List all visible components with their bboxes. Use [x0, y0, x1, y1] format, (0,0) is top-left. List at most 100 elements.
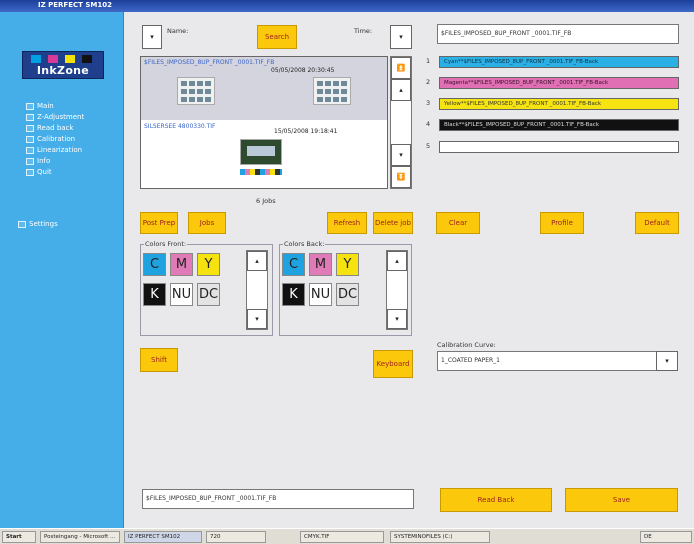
swatch-k[interactable]: K	[282, 283, 305, 306]
taskbar-task[interactable]: Posteingang - Microsoft ...	[40, 531, 120, 543]
chevron-down-icon: ▾	[665, 357, 669, 365]
save-button[interactable]: Save	[565, 488, 678, 512]
job-item[interactable]: SILSERSEE 4800330.TIF 15/05/2008 19:18:4…	[141, 121, 387, 189]
swatch-c[interactable]: C	[282, 253, 305, 276]
colors-back-scrollbar[interactable]: ▴ ▾	[386, 250, 408, 330]
swatch-c[interactable]: C	[143, 253, 166, 276]
sidebar-item-label: Quit	[37, 168, 52, 176]
taskbar-task[interactable]: CMYK.TIF	[300, 531, 384, 543]
scroll-bottom-button[interactable]: ⏬	[391, 166, 411, 188]
swatch-dc[interactable]: DC	[336, 283, 359, 306]
jobs-button[interactable]: Jobs	[188, 212, 226, 234]
shift-button[interactable]: Shift	[140, 348, 178, 372]
taskbar-task[interactable]: SYSTEMINOFILES (C:)	[390, 531, 490, 543]
job-name: $FILES_IMPOSED_8UP_FRONT _0001.TIF_FB	[144, 59, 275, 66]
taskbar: Start Posteingang - Microsoft ... IZ PER…	[0, 528, 694, 544]
swatch-dc[interactable]: DC	[197, 283, 220, 306]
keyboard-button[interactable]: Keyboard	[373, 350, 413, 378]
chevron-down-icon: ▾	[255, 315, 259, 323]
chevron-up-icon: ▴	[255, 257, 259, 265]
refresh-button[interactable]: Refresh	[327, 212, 367, 234]
job-date: 05/05/2008 20:30:45	[271, 67, 335, 74]
channel-cyan[interactable]: Cyan**$FILES_IMPOSED_8UP_FRONT _0001.TIF…	[439, 56, 679, 68]
swatch-y[interactable]: Y	[336, 253, 359, 276]
adjust-icon	[26, 113, 34, 121]
scroll-top-button[interactable]: ⏫	[391, 57, 411, 79]
chevron-down-icon: ▾	[399, 151, 403, 159]
sidebar-item-main[interactable]: Main	[26, 102, 54, 110]
channel-black[interactable]: Black**$FILES_IMPOSED_8UP_FRONT _0001.TI…	[439, 119, 679, 131]
job-item[interactable]: $FILES_IMPOSED_8UP_FRONT _0001.TIF_FB 05…	[141, 57, 387, 120]
scroll-up-button[interactable]: ▴	[391, 79, 411, 101]
channel-empty[interactable]	[439, 141, 679, 153]
sidebar-item-calibration[interactable]: Calibration	[26, 135, 75, 143]
swatch-nu[interactable]: NU	[309, 283, 332, 306]
swatch-m[interactable]: M	[170, 253, 193, 276]
scroll-up-button[interactable]: ▴	[247, 251, 267, 271]
default-button[interactable]: Default	[635, 212, 679, 234]
quit-icon	[26, 168, 34, 176]
swatch-y[interactable]: Y	[197, 253, 220, 276]
search-button[interactable]: Search	[257, 25, 297, 49]
job-thumbnail-back	[313, 77, 351, 105]
scroll-down-button[interactable]: ▾	[387, 309, 407, 329]
calibration-icon	[26, 135, 34, 143]
swatch-k[interactable]: K	[143, 283, 166, 306]
calibration-curve-field[interactable]: 1_COATED PAPER_1	[437, 351, 657, 371]
calibration-curve-label: Calibration Curve:	[437, 341, 496, 349]
job-list[interactable]: $FILES_IMPOSED_8UP_FRONT _0001.TIF_FB 05…	[140, 56, 388, 189]
colors-front-title: Colors Front:	[144, 240, 188, 248]
home-icon	[26, 102, 34, 110]
job-name: SILSERSEE 4800330.TIF	[144, 123, 216, 130]
delete-job-button[interactable]: Delete job	[373, 212, 413, 234]
current-file-field[interactable]: $FILES_IMPOSED_8UP_FRONT _0001.TIF_FB	[437, 24, 679, 44]
colors-front-scrollbar[interactable]: ▴ ▾	[246, 250, 268, 330]
double-chevron-up-icon: ⏫	[396, 64, 406, 72]
chevron-up-icon: ▴	[395, 257, 399, 265]
start-button[interactable]: Start	[2, 531, 36, 543]
chevron-up-icon: ▴	[399, 86, 403, 94]
time-label: Time:	[354, 27, 373, 35]
sidebar-item-read-back[interactable]: Read back	[26, 124, 73, 132]
channel-number: 1	[426, 57, 431, 65]
clear-button[interactable]: Clear	[436, 212, 480, 234]
colors-back-title: Colors Back:	[283, 240, 326, 248]
sidebar-item-label: Info	[37, 157, 51, 165]
read-back-icon	[26, 124, 34, 132]
taskbar-task[interactable]: IZ PERFECT SM102	[124, 531, 202, 543]
swatch-nu[interactable]: NU	[170, 283, 193, 306]
window-title-bar: IZ PERFECT SM102	[0, 0, 694, 12]
job-thumbnail	[177, 77, 215, 105]
sidebar-item-quit[interactable]: Quit	[26, 168, 52, 176]
scroll-up-button[interactable]: ▴	[387, 251, 407, 271]
channel-number: 3	[426, 99, 431, 107]
sidebar-item-settings[interactable]: Settings	[18, 220, 58, 228]
job-list-scrollbar[interactable]: ⏫ ▴ ▾ ⏬	[390, 56, 412, 189]
chevron-down-icon: ▾	[395, 315, 399, 323]
sidebar-item-linearization[interactable]: Linearization	[26, 146, 82, 154]
job-thumbnail	[240, 139, 282, 165]
read-back-button[interactable]: Read Back	[440, 488, 552, 512]
sidebar-item-label: Read back	[37, 124, 74, 132]
name-dropdown-button[interactable]: ▾	[142, 25, 162, 49]
scroll-down-button[interactable]: ▾	[247, 309, 267, 329]
window-title: IZ PERFECT SM102	[38, 1, 112, 9]
channel-magenta[interactable]: Magenta**$FILES_IMPOSED_8UP_FRONT _0001.…	[439, 77, 679, 89]
channel-yellow[interactable]: Yellow**$FILES_IMPOSED_8UP_FRONT _0001.T…	[439, 98, 679, 110]
sidebar-item-z-adjustment[interactable]: Z-Adjustment	[26, 113, 84, 121]
linearization-icon	[26, 146, 34, 154]
sidebar-item-label: Settings	[29, 220, 58, 228]
time-dropdown-button[interactable]: ▾	[390, 25, 412, 49]
bottom-file-field[interactable]: $FILES_IMPOSED_8UP_FRONT _0001.TIF_FB	[142, 489, 414, 509]
scroll-down-button[interactable]: ▾	[391, 144, 411, 166]
post-prep-button[interactable]: Post Prep	[140, 212, 178, 234]
chevron-down-icon: ▾	[150, 33, 154, 41]
sidebar-item-info[interactable]: Info	[26, 157, 50, 165]
profile-button[interactable]: Profile	[540, 212, 584, 234]
job-date: 15/05/2008 19:18:41	[274, 128, 338, 135]
channel-number: 4	[426, 120, 431, 128]
sidebar-item-label: Z-Adjustment	[37, 113, 85, 121]
taskbar-task[interactable]: 720	[206, 531, 266, 543]
swatch-m[interactable]: M	[309, 253, 332, 276]
calibration-dropdown-button[interactable]: ▾	[656, 351, 678, 371]
